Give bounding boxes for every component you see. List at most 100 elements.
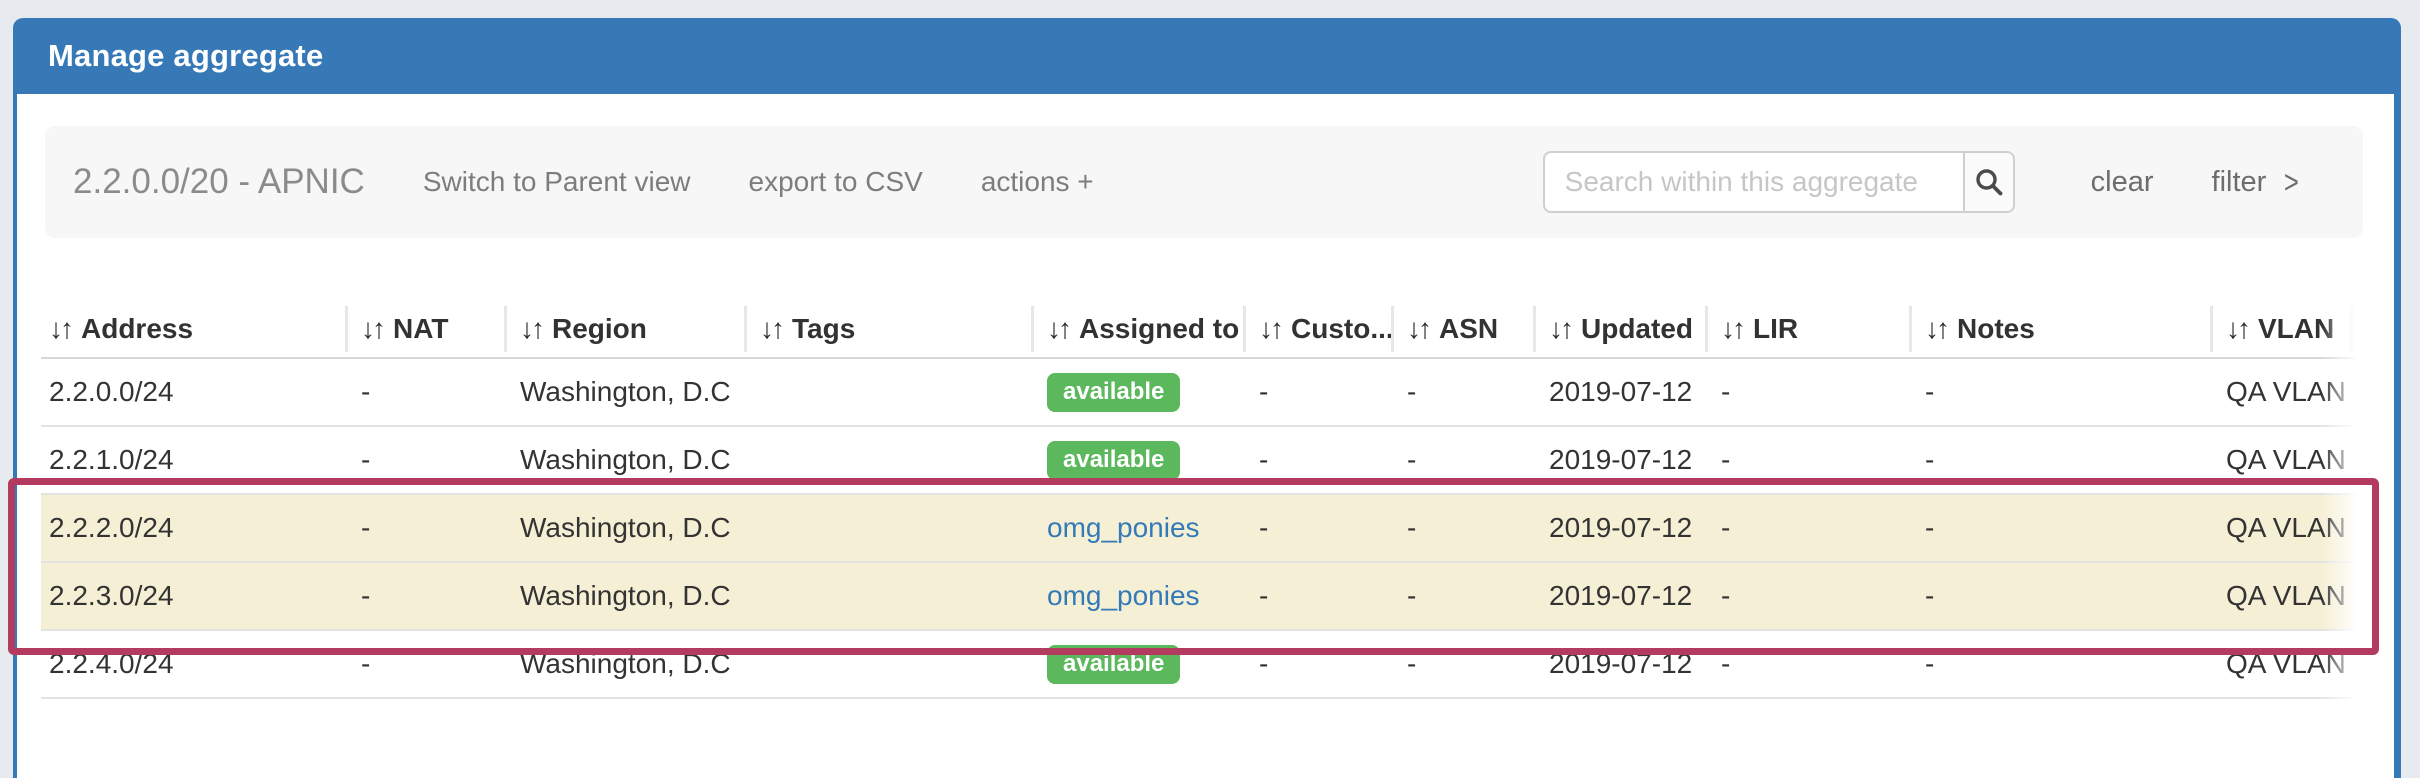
column-header-label: LIR: [1753, 313, 1798, 344]
aggregate-label: 2.2.0.0/20 - APNIC: [73, 162, 365, 202]
cell-updated: 2019-07-12: [1533, 630, 1705, 698]
cell-updated: 2019-07-12: [1533, 358, 1705, 426]
cell-assigned: available: [1031, 358, 1243, 426]
cell-stub: [2350, 494, 2364, 562]
cell-lir: -: [1705, 426, 1909, 494]
cell-tags: [744, 358, 1031, 426]
cell-address: 2.2.2.0/24: [41, 494, 345, 562]
cell-customer: -: [1243, 494, 1391, 562]
sort-arrows-icon: ↓↑: [1721, 313, 1743, 344]
column-header-address[interactable]: ↓↑ Address: [41, 300, 345, 358]
cell-tags: [744, 426, 1031, 494]
search-button[interactable]: [1963, 153, 2013, 211]
column-header-label: Tags: [792, 313, 855, 344]
column-header-assigned[interactable]: ↓↑ Assigned to: [1031, 300, 1243, 358]
cell-nat: -: [345, 426, 504, 494]
column-header-region[interactable]: ↓↑Region: [504, 300, 744, 358]
cell-notes: -: [1909, 562, 2210, 630]
column-header-label: NAT: [393, 313, 448, 344]
sort-arrows-icon: ↓↑: [1407, 313, 1429, 344]
column-header-nat[interactable]: ↓↑ NAT: [345, 300, 504, 358]
assigned-to-link[interactable]: omg_ponies: [1047, 580, 1200, 611]
table-row: 2.2.1.0/24-Washington, D.Cavailable--201…: [41, 426, 2364, 494]
page-title: Manage aggregate: [48, 38, 323, 74]
cell-customer: -: [1243, 630, 1391, 698]
column-header-lir[interactable]: ↓↑ LIR: [1705, 300, 1909, 358]
chevron-right-icon: >: [2284, 166, 2299, 198]
column-header-label: Address: [81, 313, 193, 344]
column-header-label: VLAN: [2258, 313, 2334, 344]
cell-region: Washington, D.C: [504, 562, 744, 630]
search-group: [1543, 151, 2015, 213]
cell-updated: 2019-07-12: [1533, 562, 1705, 630]
cell-region: Washington, D.C: [504, 426, 744, 494]
cell-lir: -: [1705, 358, 1909, 426]
table-header-row: ↓↑Address↓↑NAT↓↑Region↓↑Tags↓↑Assigned t…: [41, 300, 2364, 358]
table-row: 2.2.4.0/24-Washington, D.Cavailable--201…: [41, 630, 2364, 698]
sort-arrows-icon: ↓↑: [49, 313, 71, 344]
switch-to-parent-view-link[interactable]: Switch to Parent view: [423, 166, 691, 198]
cell-notes: -: [1909, 358, 2210, 426]
search-input[interactable]: [1545, 153, 1963, 211]
cell-customer: -: [1243, 358, 1391, 426]
cell-address: 2.2.1.0/24: [41, 426, 345, 494]
status-badge: available: [1047, 373, 1180, 412]
assigned-to-link[interactable]: omg_ponies: [1047, 512, 1200, 543]
cell-asn: -: [1391, 494, 1533, 562]
filter-link-label: filter: [2212, 166, 2267, 199]
cell-nat: -: [345, 494, 504, 562]
cell-stub: [2350, 630, 2364, 698]
sort-arrows-icon: ↓↑: [361, 313, 383, 344]
cell-tags: [744, 630, 1031, 698]
cell-nat: -: [345, 630, 504, 698]
sort-arrows-icon: ↓↑: [2226, 313, 2248, 344]
cell-lir: -: [1705, 562, 1909, 630]
sort-arrows-icon: ↓↑: [1259, 313, 1281, 344]
cell-lir: -: [1705, 630, 1909, 698]
cell-vlan: QA VLAN: [2210, 358, 2350, 426]
clear-link[interactable]: clear: [2091, 166, 2154, 199]
cell-assigned: available: [1031, 630, 1243, 698]
cell-assigned: omg_ponies: [1031, 494, 1243, 562]
sort-arrows-icon: ↓↑: [760, 313, 782, 344]
column-header-tags[interactable]: ↓↑ Tags: [744, 300, 1031, 358]
status-badge: available: [1047, 645, 1180, 684]
search-icon: [1973, 166, 2005, 198]
column-header-vlan[interactable]: ↓↑ VLAN: [2210, 300, 2350, 358]
sort-arrows-icon: ↓↑: [520, 313, 542, 344]
cell-notes: -: [1909, 426, 2210, 494]
panel-title-bar: Manage aggregate: [13, 18, 2401, 94]
sort-arrows-icon: ↓↑: [1549, 313, 1571, 344]
cell-assigned: omg_ponies: [1031, 562, 1243, 630]
cell-nat: -: [345, 358, 504, 426]
cell-vlan: QA VLAN: [2210, 494, 2350, 562]
table-row: 2.2.2.0/24-Washington, D.Comg_ponies--20…: [41, 494, 2364, 562]
export-to-csv-link[interactable]: export to CSV: [749, 166, 923, 198]
column-header-updated[interactable]: ↓↑ Updated: [1533, 300, 1705, 358]
column-header-label: Updated: [1581, 313, 1693, 344]
table-body: 2.2.0.0/24-Washington, D.Cavailable--201…: [41, 358, 2364, 698]
cell-notes: -: [1909, 630, 2210, 698]
column-header-label: Custo...: [1291, 313, 1391, 344]
cell-asn: -: [1391, 562, 1533, 630]
cell-vlan: QA VLAN: [2210, 426, 2350, 494]
column-header-customer[interactable]: ↓↑ Custo...: [1243, 300, 1391, 358]
column-header-label: Notes: [1957, 313, 2035, 344]
cell-stub: [2350, 426, 2364, 494]
status-badge: available: [1047, 441, 1180, 480]
column-header-notes[interactable]: ↓↑ Notes: [1909, 300, 2210, 358]
cell-nat: -: [345, 562, 504, 630]
column-header-label: Assigned to: [1079, 313, 1239, 344]
cell-stub: [2350, 358, 2364, 426]
filter-link[interactable]: filter >: [2212, 166, 2301, 199]
cell-tags: [744, 494, 1031, 562]
cell-updated: 2019-07-12: [1533, 426, 1705, 494]
sort-arrows-icon: ↓↑: [1047, 313, 1069, 344]
cell-stub: [2350, 562, 2364, 630]
sort-arrows-icon: ↓↑: [1925, 313, 1947, 344]
cell-address: 2.2.4.0/24: [41, 630, 345, 698]
column-header-asn[interactable]: ↓↑ASN: [1391, 300, 1533, 358]
actions-menu-link[interactable]: actions +: [981, 166, 1094, 198]
cell-tags: [744, 562, 1031, 630]
panel-body: 2.2.0.0/20 - APNIC Switch to Parent view…: [17, 94, 2394, 778]
